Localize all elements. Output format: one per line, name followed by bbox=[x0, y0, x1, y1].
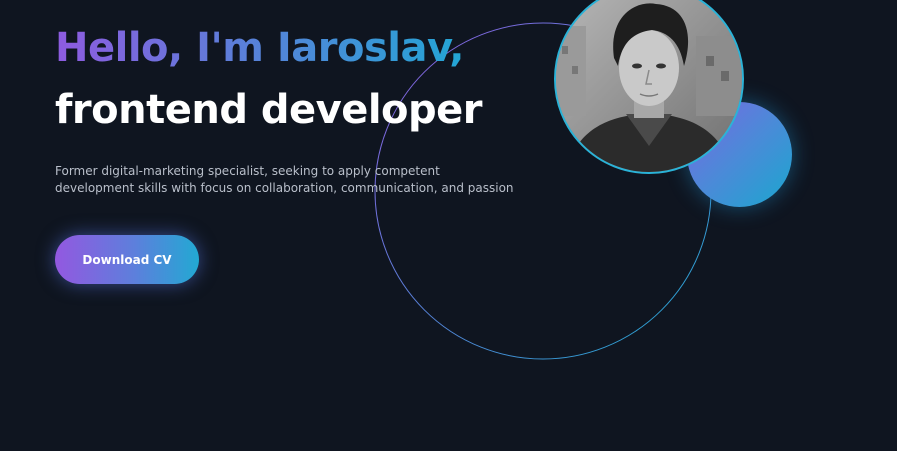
greeting-heading: Hello, I'm Iaroslav, bbox=[55, 25, 464, 71]
portrait-photo bbox=[556, 0, 742, 172]
bio-text: Former digital-marketing specialist, see… bbox=[55, 164, 514, 195]
download-cv-button[interactable]: Download CV bbox=[55, 235, 199, 284]
hero-section: Hello, I'm Iaroslav, frontend developer … bbox=[0, 0, 897, 451]
role-heading: frontend developer bbox=[55, 87, 483, 133]
